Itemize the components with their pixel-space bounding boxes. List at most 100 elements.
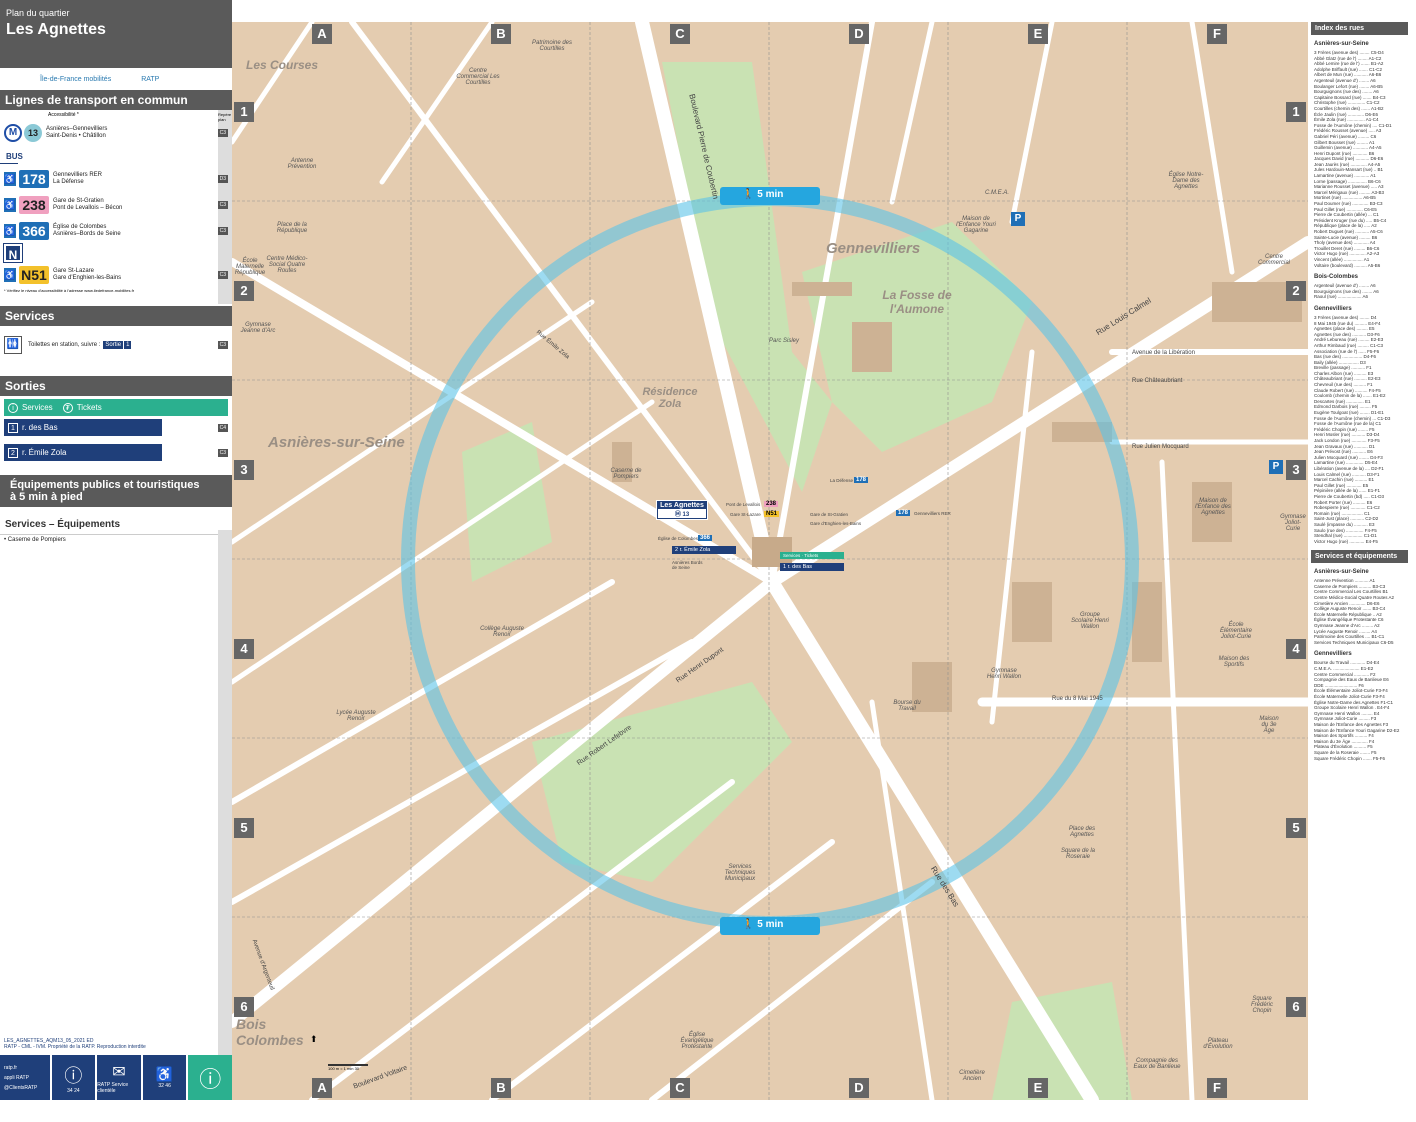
grid-col-label: C	[670, 1078, 690, 1098]
ref-tag: C3	[217, 201, 228, 209]
map-area[interactable]: 🚶 5 min 🚶 5 min Les Courses Gennevillier…	[232, 22, 1308, 1100]
services-title: Services	[0, 306, 232, 326]
ref-tag: C3	[217, 129, 228, 137]
night-bus-row[interactable]: ♿ N51 Gare St-Lazare Gare d'Enghien-les-…	[0, 264, 232, 286]
place-bourse-travail: Bourse du Travail	[893, 700, 921, 712]
place-groupe-wallon: Groupe Scolaire Henri Wallon	[1071, 612, 1109, 630]
place-youri-gagarine: Maison de l'Enfance Youri Gagarine	[956, 216, 996, 234]
twitter-link[interactable]: @ClientsRATP	[4, 1085, 37, 1091]
transport-list: Accessibilité * Repère plan M 13 Asnière…	[0, 110, 232, 304]
bus-row[interactable]: ♿ 238 Gare de St-Gratien Pont de Levallois …	[0, 194, 232, 216]
ref-tag: D3	[217, 175, 228, 183]
left-panel: Plan du quartier Les Agnettes Île-de-Fra…	[0, 0, 233, 1122]
bus-desc-1: Gare de St-Gratien	[53, 198, 104, 204]
place-gymnase-wallon: Gymnase Henri Wallon	[986, 668, 1022, 680]
place-square-roseraie: Square de la Roseraie	[1060, 848, 1096, 860]
exit-number: 1	[8, 422, 18, 433]
toilets-exit-tag: Sortie	[103, 341, 124, 349]
metro-desc: Asnières–Gennevilliers Saint-Denis • Châ…	[46, 126, 107, 140]
grid-row-label: 6	[1286, 997, 1306, 1017]
ref-tag: C3	[217, 271, 228, 279]
grid-col-label: F	[1207, 1078, 1227, 1098]
stop-rer: Gennevilliers RER	[914, 511, 951, 516]
map-bus-366: 366	[698, 535, 713, 541]
street-chateaubriant: Rue Châteaubriant	[1132, 378, 1183, 384]
equipements-sub: Services – Équipements	[0, 507, 232, 535]
index-serv-asn-list: Antenne Prévention ........... A1 Caserne…	[1311, 578, 1408, 645]
contact-bar: ratp.fr appli RATP @ClientsRATP ⓘ 34 24 …	[0, 1055, 233, 1100]
walk-label-bottom: 🚶 5 min	[742, 919, 783, 930]
bus-desc-2: La Défense	[53, 179, 84, 185]
place-lycee: Lycée Auguste Renoir	[336, 710, 376, 722]
exit-2-marker[interactable]: 2 r. Émile Zola	[672, 546, 736, 554]
ticket-icon: ₮	[62, 402, 73, 413]
bus-row[interactable]: ♿ 366 Église de Colombes Asnières–Bords de …	[0, 220, 232, 242]
grid-col-label: C	[670, 24, 690, 44]
place-medico-social: Centre Médico-Social Quatre Routes	[266, 256, 308, 274]
map-svg	[232, 22, 1308, 1100]
bus-desc: Gare de St-Gratien Pont de Levallois – Bé…	[53, 198, 122, 212]
phone-info[interactable]: ⓘ 34 24	[51, 1055, 96, 1100]
scale-bar: 100 m = 1 min 30	[328, 1064, 368, 1071]
exit-name: r. Émile Zola	[22, 448, 67, 457]
index-services-title: Services et équipements	[1311, 550, 1408, 564]
app-link[interactable]: appli RATP	[4, 1075, 29, 1081]
wheelchair-icon: ♿	[4, 172, 16, 186]
ratp-link[interactable]: ratp.fr	[4, 1065, 17, 1071]
info-point[interactable]: ⓘ	[188, 1055, 233, 1100]
grid-col-label: B	[491, 1078, 511, 1098]
wheelchair-icon: ♿	[4, 268, 16, 282]
grid-row-label: 2	[234, 281, 254, 301]
station-line: Ⓜ 13	[658, 509, 706, 518]
index-item: Square Frédéric Chopin ....... F5-F6	[1314, 755, 1386, 761]
place-gymnase-jeanne: Gymnase Jeanne d'Arc	[240, 322, 276, 334]
grid-col-label: F	[1207, 24, 1227, 44]
grid-col-label: A	[312, 24, 332, 44]
info-point-icon: ⓘ	[199, 1066, 222, 1092]
exit-name: r. des Bas	[22, 423, 58, 432]
header-subtitle: Plan du quartier	[6, 8, 70, 18]
stop-asnieres: Asnières Bords de Seine	[672, 560, 703, 570]
mail-info[interactable]: ✉ RATP Service clientèle	[97, 1055, 141, 1100]
night-bus-desc: Gare St-Lazare Gare d'Enghien-les-Bains	[53, 268, 121, 282]
place-ecole-republique: École Maternelle République	[234, 258, 266, 276]
bus-badge: 366	[19, 222, 49, 240]
area-gennevilliers: Gennevilliers	[826, 240, 921, 257]
bus-desc-2: Asnières–Bords de Seine	[53, 231, 121, 237]
station-label[interactable]: Les Agnettes Ⓜ 13	[656, 500, 708, 520]
bus-label: BUS	[0, 144, 23, 164]
bus-badge: 178	[19, 170, 49, 188]
area-bois-colombes: Bois Colombes	[236, 1016, 304, 1048]
line-13-badge: 13	[24, 124, 42, 142]
pedestrian-icon: 🚶	[742, 189, 758, 200]
exit-1-marker[interactable]: 1 r. des Bas	[780, 563, 844, 571]
exit-row[interactable]: 1 r. des Bas C4	[4, 419, 228, 436]
area-fosse-aumone: La Fosse de l'Aumone	[882, 288, 952, 316]
night-bus-badge: N51	[19, 266, 49, 284]
equipement-item-label: • Caserne de Pompiers	[4, 537, 66, 543]
ref-tag: C3	[217, 341, 228, 349]
index-title: Index des rues	[1311, 22, 1408, 35]
ref-tag: C4	[217, 423, 228, 432]
station-line-num: 13	[682, 512, 690, 518]
index-genn-title: Gennevilliers	[1314, 305, 1352, 312]
place-eglise-evangelique: Église Évangélique Protestante	[680, 1032, 714, 1050]
grid-row-label: 5	[234, 818, 254, 838]
index-bois-title: Bois-Colombes	[1314, 274, 1359, 281]
place-eglise-notre-dame: Église Notre-Dame des Agnettes	[1168, 172, 1204, 190]
place-ecole-joliot: École Élémentaire Joliot-Curie	[1219, 622, 1252, 640]
index-genn-list: 3 Frères (avenue des) ........ D4 8 Mai 1…	[1311, 315, 1408, 544]
exit-row[interactable]: 2 r. Émile Zola C3	[4, 444, 228, 461]
grid-row-label: 1	[1286, 102, 1306, 122]
place-parc-sisley: Parc Sisley	[768, 338, 799, 344]
map-bus-178: 178	[854, 477, 869, 483]
index-item: Services Techniques Municipaux C6-D5	[1314, 639, 1394, 645]
accessibility-info[interactable]: ♿ 32 46	[142, 1055, 187, 1100]
index-item: Centre Médico-Social Quatre Routes A2	[1314, 595, 1395, 601]
bus-row[interactable]: ♿ 178 Gennevilliers RER La Défense D3	[0, 168, 232, 190]
index-bois-list: Argenteuil (avenue d') ........ A6 Bourgu…	[1311, 283, 1408, 300]
tickets-marker-label: Tickets	[804, 553, 819, 558]
grid-col-label: D	[849, 24, 869, 44]
header: Plan du quartier Les Agnettes	[0, 0, 232, 68]
sorties-title: Sorties	[0, 376, 232, 396]
